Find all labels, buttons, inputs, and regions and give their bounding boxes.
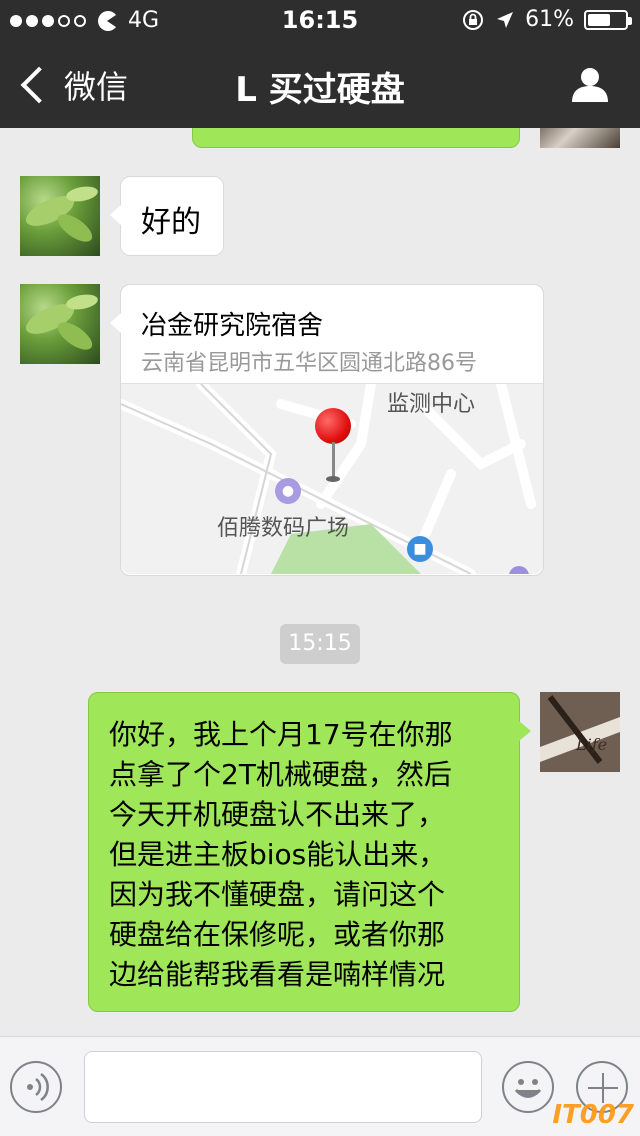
location-message-bubble[interactable]: 冶金研究院宿舍 云南省昆明市五华区圆通北路86号 监测中心 ● 佰腾数码广场 ■	[110, 284, 544, 576]
message-bubble-long[interactable]: 你好，我上个月17号在你那 点拿了个2T机械硬盘，然后 今天开机硬盘认不出来了，…	[88, 692, 531, 1012]
battery-percent: 61%	[525, 7, 574, 32]
message-line: 边给能帮我看看是喃样情况	[109, 958, 446, 991]
watermark-logo: IT007	[552, 1100, 634, 1130]
input-bar: IT007	[0, 1036, 640, 1136]
location-address: 云南省昆明市五华区圆通北路86号	[141, 351, 477, 376]
location-map[interactable]: 监测中心 ● 佰腾数码广场 ■	[121, 383, 543, 574]
message-line: 点拿了个2T机械硬盘，然后	[109, 758, 452, 791]
message-lines: 你好，我上个月17号在你那 点拿了个2T机械硬盘，然后 今天开机硬盘认不出来了，…	[109, 715, 453, 995]
message-line: 但是进主板bios能认出来，	[109, 838, 447, 871]
contact-avatar[interactable]	[20, 176, 100, 256]
pin-base	[326, 476, 340, 482]
smile-face	[514, 1079, 542, 1098]
battery-icon	[584, 9, 632, 30]
battery-tip	[628, 16, 632, 25]
rotation-lock-icon	[463, 9, 484, 30]
bubble-tail	[519, 721, 531, 741]
map-label-plaza: 佰腾数码广场	[217, 516, 350, 541]
previous-message-bubble[interactable]	[192, 128, 520, 148]
message-line: 今天开机硬盘认不出来了，	[109, 798, 446, 831]
life-photo: Life	[540, 692, 620, 772]
nav-bar: 微信 L 买过硬盘	[0, 40, 640, 128]
leaf-icon	[25, 294, 98, 350]
message-line: 因为我不懂硬盘，请问这个	[109, 878, 446, 911]
voice-waves	[27, 1072, 49, 1102]
map-label-top: 监测中心	[387, 392, 476, 417]
chat-title: L 买过硬盘	[235, 70, 405, 110]
message-line: 你好，我上个月17号在你那	[109, 718, 453, 751]
self-avatar[interactable]	[540, 128, 620, 148]
location-title: 冶金研究院宿舍	[141, 311, 324, 341]
message-bubble-ok[interactable]: 好的	[110, 176, 224, 256]
message-input[interactable]	[84, 1051, 482, 1123]
bubble-tail	[110, 313, 121, 333]
status-bar: 4G 16:15 61%	[0, 0, 640, 40]
leaf-icon	[25, 186, 98, 242]
bus-icon: ■	[407, 536, 433, 562]
message-line: 硬盘给在保修呢，或者你那	[109, 918, 446, 951]
message-text: 好的	[141, 205, 201, 240]
contact-avatar[interactable]	[20, 284, 100, 364]
battery-fill	[588, 13, 610, 26]
bubble-tail	[110, 205, 121, 225]
voice-icon[interactable]	[10, 1061, 62, 1113]
shopping-icon: ●	[275, 478, 301, 504]
pin-stick	[332, 442, 335, 478]
life-text: Life	[575, 735, 607, 754]
emoji-icon[interactable]	[502, 1061, 554, 1113]
location-pin-icon	[315, 408, 351, 444]
status-right: 61%	[461, 7, 632, 32]
self-avatar[interactable]: Life	[540, 692, 620, 772]
chat-area[interactable]: 好的 冶金研究院宿舍 云南省昆明市五华区圆通北路86号 监测中心 ● 佰腾数码广…	[0, 128, 640, 1036]
person-icon[interactable]	[570, 64, 610, 104]
location-arrow-icon	[497, 11, 514, 28]
message-timestamp: 15:15	[280, 624, 360, 664]
